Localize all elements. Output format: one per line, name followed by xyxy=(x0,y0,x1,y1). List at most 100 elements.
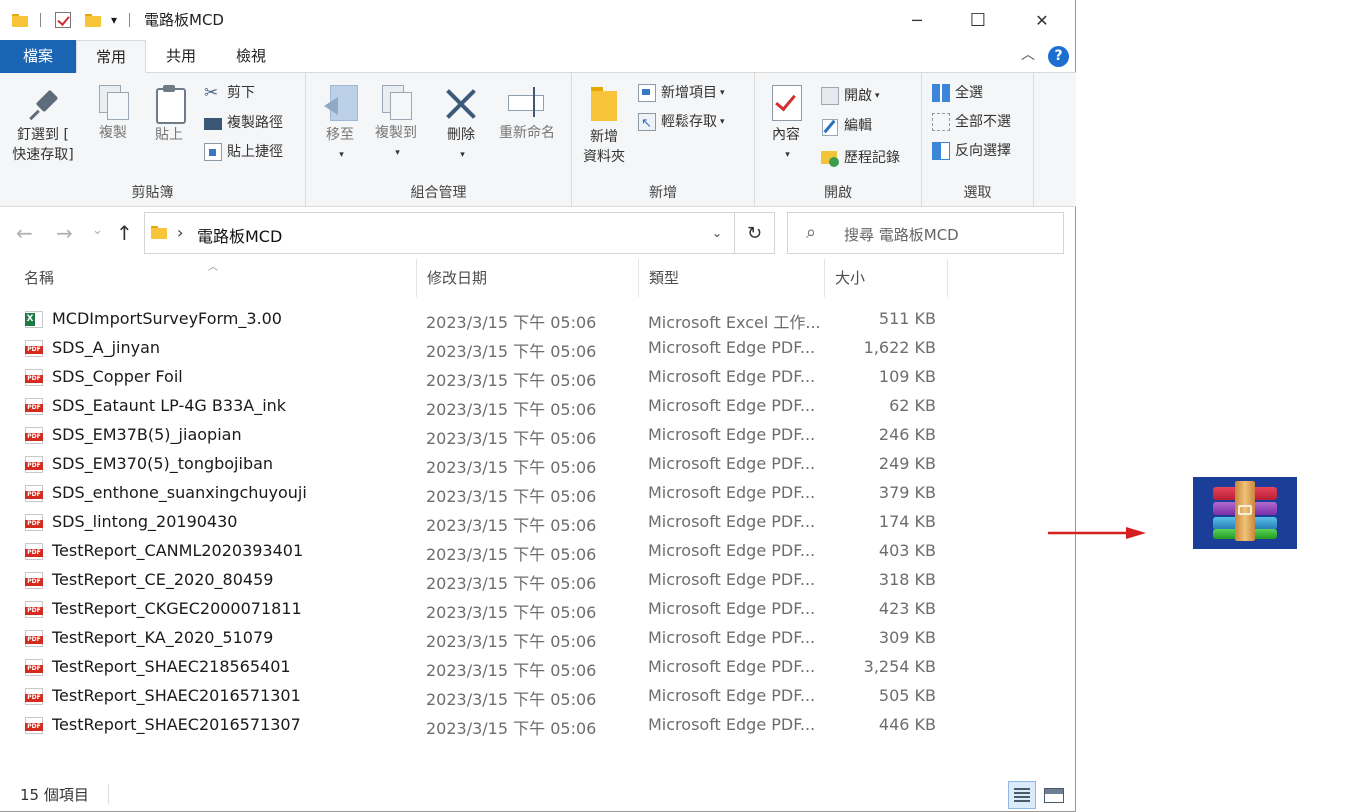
file-row[interactable]: SDS_lintong_20190430 2023/3/15 下午 05:06 … xyxy=(18,508,948,537)
status-separator xyxy=(108,784,109,804)
pin-icon xyxy=(27,89,59,121)
large-icons-view-icon[interactable] xyxy=(1040,781,1068,809)
history-button[interactable]: 歷程記錄 xyxy=(821,146,900,170)
edit-button[interactable]: 編輯 xyxy=(821,114,872,138)
file-type: Microsoft Edge PDF... xyxy=(648,425,816,444)
minimize-button[interactable]: ─ xyxy=(894,0,940,40)
file-row[interactable]: SDS_Copper Foil 2023/3/15 下午 05:06 Micro… xyxy=(18,363,948,392)
file-row[interactable]: TestReport_KA_2020_51079 2023/3/15 下午 05… xyxy=(18,624,948,653)
file-row[interactable]: SDS_EM370(5)_tongbojiban 2023/3/15 下午 05… xyxy=(18,450,948,479)
copy-to-dropdown-icon: ▾ xyxy=(395,148,400,158)
pdf-file-icon xyxy=(25,485,43,502)
new-folder-icon[interactable] xyxy=(85,13,101,27)
copy-to-button[interactable]: 複製到 ▾ xyxy=(368,85,424,163)
file-row[interactable]: SDS_enthone_suanxingchuyouji 2023/3/15 下… xyxy=(18,479,948,508)
column-header-name[interactable]: 名稱 xyxy=(16,259,417,297)
tab-share[interactable]: 共用 xyxy=(146,40,216,73)
tab-home[interactable]: 常用 xyxy=(76,40,146,73)
customize-quick-access-dropdown[interactable]: ▾ xyxy=(111,13,117,27)
copy-to-icon xyxy=(380,85,412,120)
pin-label-line2: 快速存取] xyxy=(12,147,74,163)
file-date: 2023/3/15 下午 05:06 xyxy=(426,458,597,477)
up-arrow-icon[interactable]: ↑ xyxy=(116,221,133,245)
back-arrow-icon[interactable]: ← xyxy=(16,221,33,245)
search-box[interactable]: ⌕ 搜尋 電路板MCD xyxy=(787,212,1064,254)
history-icon xyxy=(821,149,839,167)
paste-label: 貼上 xyxy=(155,127,183,143)
edit-pencil-icon xyxy=(821,117,839,136)
file-date: 2023/3/15 下午 05:06 xyxy=(426,342,597,361)
tab-view[interactable]: 檢視 xyxy=(216,40,286,73)
new-folder-label-line1: 新增 xyxy=(590,129,618,145)
recent-locations-chevron-icon[interactable]: ⌄ xyxy=(92,223,103,238)
file-row[interactable]: TestReport_CANML2020393401 2023/3/15 下午 … xyxy=(18,537,948,566)
file-name: SDS_A_jinyan xyxy=(52,338,161,357)
tab-file[interactable]: 檔案 xyxy=(0,40,76,73)
new-item-button[interactable]: 新增項目 ▾ xyxy=(638,81,725,105)
open-icon xyxy=(821,87,839,105)
file-row[interactable]: SDS_A_jinyan 2023/3/15 下午 05:06 Microsof… xyxy=(18,334,948,363)
file-row[interactable]: TestReport_SHAEC218565401 2023/3/15 下午 0… xyxy=(18,653,948,682)
new-item-label: 新增項目 xyxy=(661,85,717,101)
file-size: 62 KB xyxy=(889,396,936,415)
paste-shortcut-button[interactable]: 貼上捷徑 xyxy=(204,140,283,164)
collapse-ribbon-chevron-icon[interactable]: ︿ xyxy=(1021,44,1035,64)
copy-icon xyxy=(97,85,129,120)
paste-button[interactable]: 貼上 xyxy=(146,85,192,145)
copy-path-button[interactable]: 複製路徑 xyxy=(204,111,283,135)
file-date: 2023/3/15 下午 05:06 xyxy=(426,574,597,593)
paste-shortcut-label: 貼上捷徑 xyxy=(227,144,283,160)
cut-label: 剪下 xyxy=(227,85,255,101)
maximize-button[interactable]: ☐ xyxy=(955,0,1001,40)
invert-selection-icon xyxy=(932,142,950,160)
easy-access-button[interactable]: 輕鬆存取 ▾ xyxy=(638,110,725,136)
file-name: TestReport_SHAEC218565401 xyxy=(52,657,291,676)
forward-arrow-icon[interactable]: → xyxy=(56,221,73,245)
new-group: 新增 資料夾 新增項目 ▾ 輕鬆存取 ▾ 新增 xyxy=(572,73,755,207)
file-row[interactable]: SDS_EM37B(5)_jiaopian 2023/3/15 下午 05:06… xyxy=(18,421,948,450)
file-row[interactable]: TestReport_CKGEC2000071811 2023/3/15 下午 … xyxy=(18,595,948,624)
winrar-archive-icon[interactable] xyxy=(1193,477,1297,549)
address-dropdown-chevron-icon[interactable]: ⌄ xyxy=(712,226,722,240)
file-type: Microsoft Edge PDF... xyxy=(648,599,816,618)
file-type: Microsoft Edge PDF... xyxy=(648,657,816,676)
move-to-button[interactable]: 移至 ▾ xyxy=(318,85,362,165)
help-icon[interactable]: ? xyxy=(1048,46,1069,67)
delete-button[interactable]: 刪除 ▾ xyxy=(438,85,484,165)
breadcrumb-separator-icon[interactable]: › xyxy=(177,223,183,242)
file-date: 2023/3/15 下午 05:06 xyxy=(426,661,597,680)
invert-selection-button[interactable]: 反向選擇 xyxy=(932,139,1011,163)
breadcrumb-current-folder[interactable]: 電路板MCD xyxy=(197,223,282,247)
refresh-button[interactable]: ↻ xyxy=(735,212,775,254)
column-header-size[interactable]: 大小 xyxy=(827,259,948,297)
file-row[interactable]: TestReport_CE_2020_80459 2023/3/15 下午 05… xyxy=(18,566,948,595)
pdf-file-icon xyxy=(25,543,43,560)
rename-button[interactable]: 重新命名 xyxy=(490,85,564,143)
paste-shortcut-icon xyxy=(204,143,222,161)
address-bar[interactable]: › 電路板MCD ⌄ xyxy=(144,212,735,254)
details-view-icon[interactable] xyxy=(1008,781,1036,809)
cut-button[interactable]: 剪下 xyxy=(204,81,255,105)
rar-buckle xyxy=(1238,505,1252,515)
new-folder-button[interactable]: 新增 資料夾 xyxy=(576,85,632,167)
properties-button[interactable]: 內容 ▾ xyxy=(763,85,809,165)
close-button[interactable]: ✕ xyxy=(1019,0,1065,40)
open-group: 內容 ▾ 開啟 ▾ 編輯 歷程記錄 開啟 xyxy=(755,73,922,207)
file-row[interactable]: SDS_Eataunt LP-4G B33A_ink 2023/3/15 下午 … xyxy=(18,392,948,421)
file-row[interactable]: TestReport_SHAEC2016571307 2023/3/15 下午 … xyxy=(18,711,948,740)
copy-button[interactable]: 複製 xyxy=(88,85,138,143)
column-header-date[interactable]: 修改日期 xyxy=(419,259,639,297)
file-type: Microsoft Edge PDF... xyxy=(648,512,816,531)
copy-label: 複製 xyxy=(99,125,127,141)
rename-icon xyxy=(506,85,548,119)
file-row[interactable]: TestReport_SHAEC2016571301 2023/3/15 下午 … xyxy=(18,682,948,711)
pin-to-quick-access-button[interactable]: 釘選到 [ 快速存取] xyxy=(8,89,78,165)
open-button[interactable]: 開啟 ▾ xyxy=(821,84,880,108)
pin-label-line1: 釘選到 [ xyxy=(17,127,69,143)
select-group: 全選 全部不選 反向選擇 選取 xyxy=(922,73,1034,207)
column-header-type[interactable]: 類型 xyxy=(641,259,825,297)
properties-check-icon[interactable] xyxy=(55,12,71,28)
select-all-button[interactable]: 全選 xyxy=(932,81,983,105)
file-row[interactable]: MCDImportSurveyForm_3.00 2023/3/15 下午 05… xyxy=(18,305,948,334)
select-none-button[interactable]: 全部不選 xyxy=(932,110,1011,134)
